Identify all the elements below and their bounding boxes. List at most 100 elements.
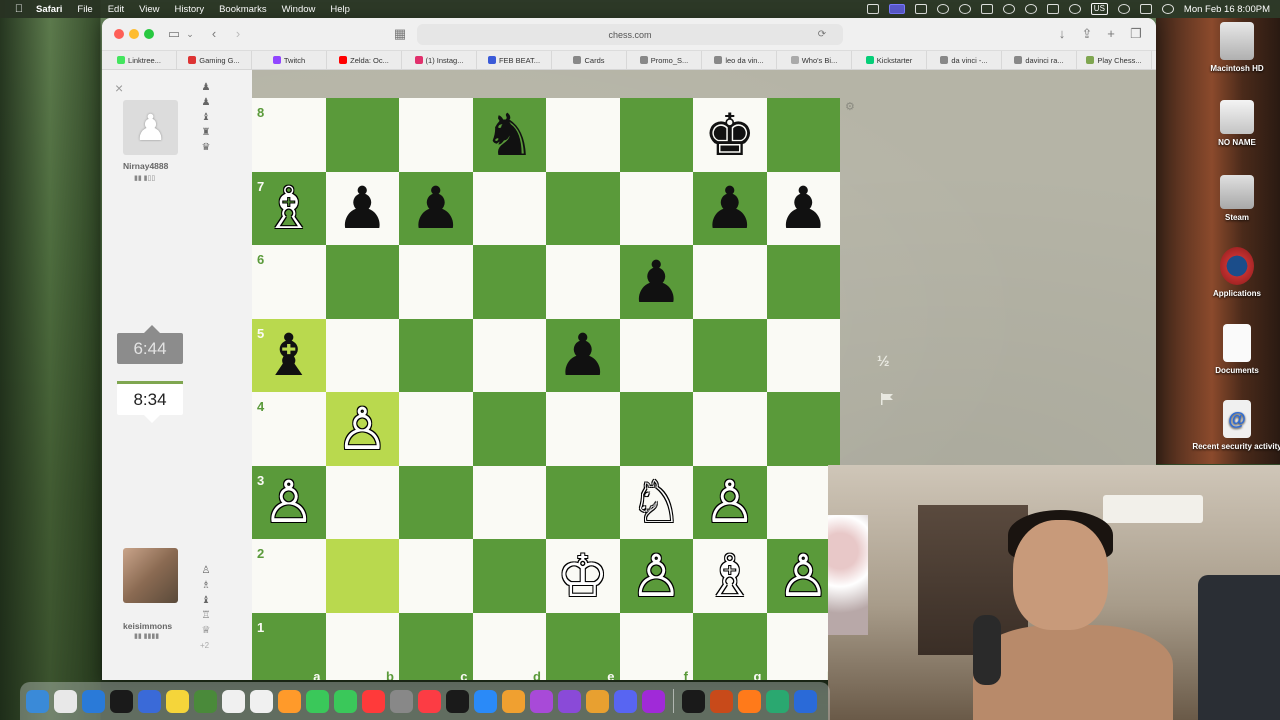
board-square-c5[interactable] (399, 318, 473, 392)
board-square-h5[interactable] (766, 318, 840, 392)
favorite-item[interactable]: FEB BEAT... (477, 51, 552, 69)
drive-icon[interactable] (936, 4, 949, 14)
white-piece-f3[interactable]: ♘ (620, 466, 694, 540)
black-piece-h7[interactable]: ♟ (767, 172, 841, 246)
board-square-d6[interactable] (472, 245, 546, 319)
gear-icon[interactable]: ⚙ (845, 100, 855, 113)
dock-app-icon[interactable] (738, 689, 761, 713)
board-square-c2[interactable] (399, 539, 473, 613)
stats-icon[interactable] (866, 4, 879, 14)
menu-bookmarks[interactable]: Bookmarks (219, 4, 267, 15)
black-piece-f6[interactable]: ♟ (620, 245, 694, 319)
new-tab-icon[interactable]: + (1103, 26, 1119, 42)
favorite-item[interactable]: davinci ra... (1002, 51, 1077, 69)
dock-app-icon[interactable] (586, 689, 609, 713)
dock-app-icon[interactable] (54, 689, 77, 713)
board-square-f1[interactable]: f (619, 612, 693, 680)
forward-button[interactable]: › (230, 26, 246, 42)
player-avatar[interactable] (123, 548, 178, 603)
dock-app-icon[interactable] (334, 689, 357, 713)
black-piece-b7[interactable]: ♟ (326, 172, 400, 246)
board-square-c3[interactable] (399, 465, 473, 539)
favorite-item[interactable]: Who's Bi... (777, 51, 852, 69)
control-center-icon[interactable] (1139, 4, 1152, 14)
board-square-c8[interactable] (399, 98, 473, 172)
downloads-icon[interactable]: ↓ (1054, 26, 1070, 42)
board-square-a6[interactable]: 6 (252, 245, 326, 319)
dock-app-icon[interactable] (110, 689, 133, 713)
opponent-username[interactable]: Nirnay4888 (123, 161, 168, 171)
back-button[interactable]: ‹ (206, 26, 222, 42)
desktop-icon-applications[interactable]: Applications (1192, 247, 1280, 298)
dock-app-icon[interactable] (446, 689, 469, 713)
board-square-b5[interactable] (325, 318, 399, 392)
board-square-d7[interactable] (472, 171, 546, 245)
close-window-button[interactable] (114, 29, 124, 39)
board-square-d4[interactable] (472, 392, 546, 466)
board-square-a2[interactable]: 2 (252, 539, 326, 613)
user-avatar-icon[interactable] (1161, 4, 1174, 14)
favorite-item[interactable]: Cards (552, 51, 627, 69)
black-piece-a5[interactable]: ♝ (252, 319, 326, 393)
dock-app-icon[interactable] (614, 689, 637, 713)
board-square-e6[interactable] (546, 245, 620, 319)
desktop-icon-security-activity[interactable]: @ Recent security activity (1192, 400, 1280, 451)
desktop-icon-no-name[interactable]: NO NAME (1192, 100, 1280, 147)
resign-flag-icon[interactable] (880, 393, 894, 405)
desktop-icon-macintosh-hd[interactable]: Macintosh HD (1192, 22, 1280, 73)
favorite-item[interactable]: Gaming G... (177, 51, 252, 69)
dock-app-icon[interactable] (682, 689, 705, 713)
board-square-d3[interactable] (472, 465, 546, 539)
favorite-item[interactable]: (1) Instag... (402, 51, 477, 69)
battery-icon[interactable] (1046, 4, 1059, 14)
board-square-f5[interactable] (619, 318, 693, 392)
white-piece-b4[interactable]: ♙ (326, 392, 400, 466)
black-piece-d8[interactable]: ♞ (473, 98, 547, 172)
dock-app-icon[interactable] (558, 689, 581, 713)
board-square-f8[interactable] (619, 98, 693, 172)
close-icon[interactable]: × (115, 80, 123, 96)
input-source-label[interactable]: US (1090, 3, 1108, 15)
menu-clock[interactable]: Mon Feb 16 8:00PM (1184, 4, 1270, 15)
opponent-avatar[interactable]: ♟ (123, 100, 178, 155)
dock-app-icon[interactable] (194, 689, 217, 713)
white-piece-g3[interactable]: ♙ (693, 466, 767, 540)
wifi-icon[interactable] (1068, 4, 1081, 14)
favorite-item[interactable]: leo da vin... (702, 51, 777, 69)
chess-board[interactable]: 87654321abcdefgh♞♚♗♟♟♟♟♟♝♟♙♙♘♙♔♙♗♙ (252, 98, 840, 680)
board-square-g6[interactable] (693, 245, 767, 319)
board-square-h4[interactable] (766, 392, 840, 466)
menu-file[interactable]: File (77, 4, 92, 15)
favorite-item[interactable]: Linktree... (102, 51, 177, 69)
dock-app-icon[interactable] (26, 689, 49, 713)
tab-group-icon[interactable]: ▦ (392, 26, 408, 42)
favorite-item[interactable]: Kickstarter (852, 51, 927, 69)
dock-app-icon[interactable] (278, 689, 301, 713)
desktop-icon-steam[interactable]: Steam (1192, 175, 1280, 222)
apple-menu-icon[interactable]:  (12, 3, 26, 15)
menu-history[interactable]: History (175, 4, 205, 15)
board-square-e4[interactable] (546, 392, 620, 466)
dock-app-icon[interactable] (794, 689, 817, 713)
vpn-icon[interactable] (958, 4, 971, 14)
dock-app-icon[interactable] (502, 689, 525, 713)
dock-app-icon[interactable] (166, 689, 189, 713)
dock-app-icon[interactable] (390, 689, 413, 713)
board-square-f4[interactable] (619, 392, 693, 466)
tab-overview-icon[interactable]: ❐ (1128, 26, 1144, 42)
favorite-item[interactable]: da vinci -... (927, 51, 1002, 69)
board-square-g1[interactable]: g (693, 612, 767, 680)
minimize-window-button[interactable] (129, 29, 139, 39)
dock-app-icon[interactable] (138, 689, 161, 713)
board-square-b3[interactable] (325, 465, 399, 539)
board-square-b8[interactable] (325, 98, 399, 172)
dock-app-icon[interactable] (642, 689, 665, 713)
board-square-e1[interactable]: e (546, 612, 620, 680)
dock-app-icon[interactable] (362, 689, 385, 713)
dock-app-icon[interactable] (418, 689, 441, 713)
board-square-c1[interactable]: c (399, 612, 473, 680)
sidebar-toggle-icon[interactable]: ▭ (166, 26, 182, 42)
board-square-b2[interactable] (325, 539, 399, 613)
board-square-d1[interactable]: d (472, 612, 546, 680)
board-square-b1[interactable]: b (325, 612, 399, 680)
